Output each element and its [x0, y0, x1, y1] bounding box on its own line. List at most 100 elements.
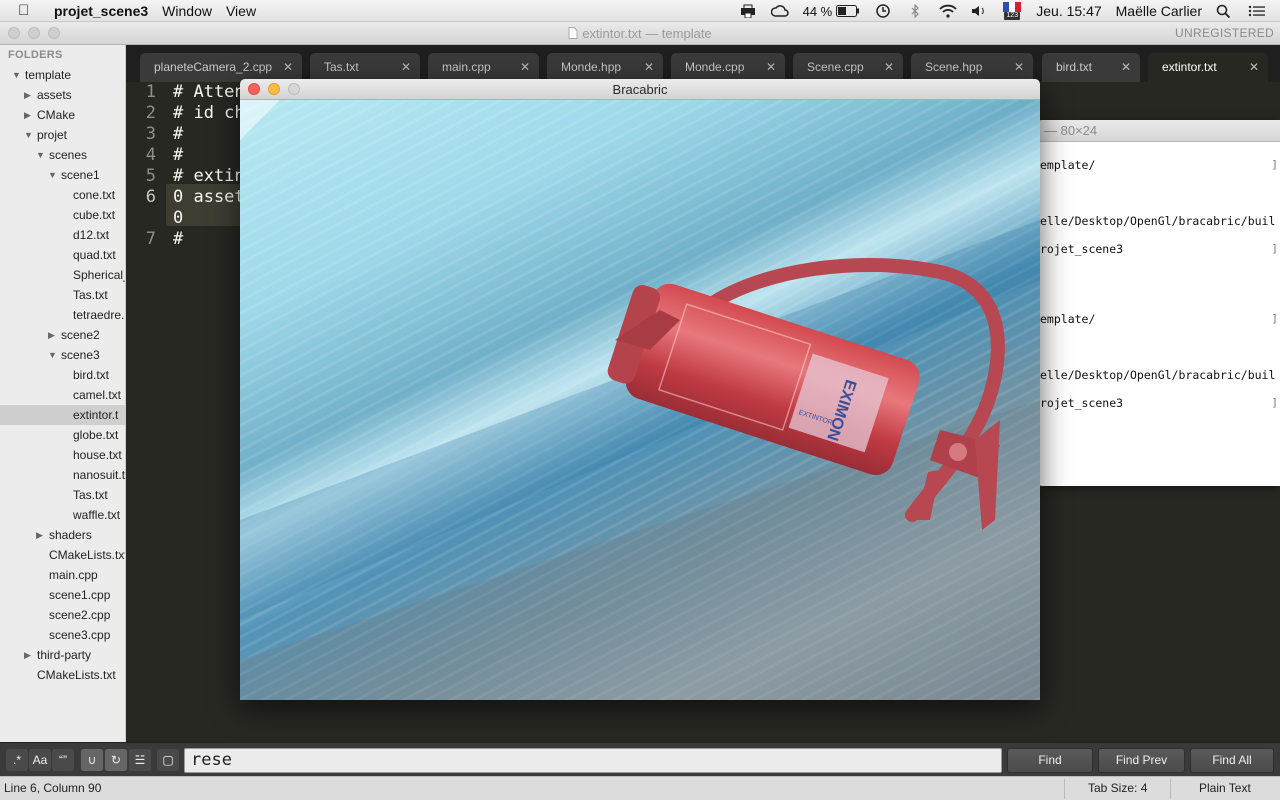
apple-menu-icon[interactable]: : [18, 2, 40, 19]
tab-7[interactable]: bird.txt ✕: [1042, 53, 1140, 82]
sidebar-file[interactable]: d12.txt: [0, 225, 125, 245]
sidebar-file[interactable]: CMakeLists.txt: [0, 665, 125, 685]
sidebar-item-label: scene1.cpp: [49, 588, 111, 602]
wrap-toggle[interactable]: ↻: [105, 749, 127, 771]
sidebar-folder[interactable]: ▶ third-party: [0, 645, 125, 665]
sidebar-file[interactable]: waffle.txt: [0, 505, 125, 525]
wifi-icon[interactable]: [938, 4, 957, 18]
user-name[interactable]: Maëlle Carlier: [1116, 3, 1202, 19]
sidebar-file[interactable]: Tas.txt: [0, 285, 125, 305]
disclosure-open-icon[interactable]: ▼: [36, 145, 45, 165]
tab-close-icon[interactable]: ✕: [1121, 53, 1131, 82]
sidebar-file[interactable]: globe.txt: [0, 425, 125, 445]
find-prev-button[interactable]: Find Prev: [1098, 748, 1185, 773]
sidebar-file[interactable]: CMakeLists.txt: [0, 545, 125, 565]
notification-center-icon[interactable]: [1248, 4, 1266, 18]
in-selection-toggle[interactable]: ∪: [81, 749, 103, 771]
sidebar-file[interactable]: Tas.txt: [0, 485, 125, 505]
tab-close-icon[interactable]: ✕: [401, 53, 411, 82]
tab-0[interactable]: planeteCamera_2.cpp ✕: [140, 53, 302, 82]
sidebar-file[interactable]: extintor.t: [0, 405, 125, 425]
status-divider: [1170, 779, 1171, 799]
sidebar-folder[interactable]: ▶ CMake: [0, 105, 125, 125]
sidebar-item-label: CMakeLists.txt: [49, 548, 126, 562]
show-context-toggle[interactable]: ▢: [157, 749, 179, 771]
sidebar-file[interactable]: bird.txt: [0, 365, 125, 385]
tab-1[interactable]: Tas.txt ✕: [310, 53, 420, 82]
sidebar-folder[interactable]: ▼ scene3: [0, 345, 125, 365]
sidebar-file[interactable]: nanosuit.t: [0, 465, 125, 485]
tab-3[interactable]: Monde.hpp ✕: [547, 53, 663, 82]
tab-close-icon[interactable]: ✕: [884, 53, 894, 82]
terminal-window[interactable]: — 80×24 emplate/] elle/Desktop/OpenGl/bra…: [1038, 120, 1280, 486]
sidebar-file[interactable]: quad.txt: [0, 245, 125, 265]
whole-word-toggle[interactable]: “”: [52, 749, 74, 771]
disclosure-open-icon[interactable]: ▼: [12, 65, 21, 85]
tab-close-icon[interactable]: ✕: [766, 53, 776, 82]
render-viewport[interactable]: EXIMON EXTINTOR: [240, 100, 1040, 700]
regex-toggle[interactable]: .*: [6, 749, 28, 771]
sidebar-folder[interactable]: ▼ scenes: [0, 145, 125, 165]
sidebar-file[interactable]: house.txt: [0, 445, 125, 465]
sidebar-file[interactable]: cone.txt: [0, 185, 125, 205]
creative-cloud-icon[interactable]: [770, 4, 789, 18]
tab-close-icon[interactable]: ✕: [283, 53, 293, 82]
view-menu[interactable]: View: [226, 3, 256, 19]
disclosure-closed-icon[interactable]: ▶: [24, 645, 31, 665]
time-machine-icon[interactable]: [874, 4, 892, 18]
find-panel: .* Aa “” ∪ ↻ ☱ ▢ rese Find Find Prev Fin…: [0, 742, 1280, 776]
sidebar-folder[interactable]: ▶ assets: [0, 85, 125, 105]
find-input[interactable]: rese: [184, 748, 1002, 773]
sidebar-folder[interactable]: ▼ projet: [0, 125, 125, 145]
sidebar-file[interactable]: Spherical_: [0, 265, 125, 285]
disclosure-closed-icon[interactable]: ▶: [24, 85, 31, 105]
battery-indicator[interactable]: 44 %: [803, 4, 861, 19]
sidebar-file[interactable]: scene1.cpp: [0, 585, 125, 605]
sidebar-file[interactable]: scene2.cpp: [0, 605, 125, 625]
code-line: 0: [173, 208, 184, 228]
sidebar-folder[interactable]: ▼ scene1: [0, 165, 125, 185]
syntax-selector[interactable]: Plain Text: [1199, 781, 1251, 795]
print-icon[interactable]: [739, 4, 757, 19]
tab-close-icon[interactable]: ✕: [520, 53, 530, 82]
find-button[interactable]: Find: [1007, 748, 1093, 773]
battery-icon: [836, 5, 860, 17]
tab-close-icon[interactable]: ✕: [644, 53, 654, 82]
sidebar-item-label: bird.txt: [73, 368, 110, 382]
disclosure-closed-icon[interactable]: ▶: [24, 105, 31, 125]
disclosure-closed-icon[interactable]: ▶: [48, 325, 55, 345]
tab-close-icon[interactable]: ✕: [1249, 53, 1259, 82]
sidebar-file[interactable]: tetraedre.: [0, 305, 125, 325]
window-menu[interactable]: Window: [162, 3, 212, 19]
find-all-button[interactable]: Find All: [1190, 748, 1274, 773]
spotlight-search-icon[interactable]: [1216, 4, 1234, 19]
menubar-clock[interactable]: Jeu. 15:47: [1036, 3, 1101, 19]
volume-icon[interactable]: [970, 4, 988, 18]
sidebar-file[interactable]: main.cpp: [0, 565, 125, 585]
opengl-window[interactable]: Bracabric EXIMON EXTINTOR: [240, 79, 1040, 700]
highlight-matches-toggle[interactable]: ☱: [129, 749, 151, 771]
sidebar-folder[interactable]: ▶ shaders: [0, 525, 125, 545]
tab-2[interactable]: main.cpp ✕: [428, 53, 539, 82]
case-sensitive-toggle[interactable]: Aa: [29, 749, 51, 771]
disclosure-open-icon[interactable]: ▼: [48, 345, 57, 365]
tab-close-icon[interactable]: ✕: [1014, 53, 1024, 82]
tab-6[interactable]: Scene.hpp ✕: [911, 53, 1033, 82]
bluetooth-icon[interactable]: [906, 3, 924, 19]
sidebar-folder[interactable]: ▶ scene2: [0, 325, 125, 345]
app-menu[interactable]: projet_scene3: [54, 3, 148, 19]
tab-4[interactable]: Monde.cpp ✕: [671, 53, 785, 82]
sidebar-file[interactable]: cube.txt: [0, 205, 125, 225]
tab-8[interactable]: extintor.txt ✕: [1148, 53, 1268, 82]
tab-5[interactable]: Scene.cpp ✕: [793, 53, 903, 82]
disclosure-open-icon[interactable]: ▼: [24, 125, 33, 145]
sidebar-file[interactable]: camel.txt: [0, 385, 125, 405]
input-source-flag-icon[interactable]: 123: [1002, 2, 1022, 20]
disclosure-open-icon[interactable]: ▼: [48, 165, 57, 185]
editor-title-bar: extintor.txt — template UNREGISTERED: [0, 22, 1280, 45]
disclosure-closed-icon[interactable]: ▶: [36, 525, 43, 545]
sidebar-folder[interactable]: ▼ template: [0, 65, 125, 85]
tab-size-selector[interactable]: Tab Size: 4: [1088, 781, 1147, 795]
code-line: #: [173, 145, 184, 165]
sidebar-file[interactable]: scene3.cpp: [0, 625, 125, 645]
